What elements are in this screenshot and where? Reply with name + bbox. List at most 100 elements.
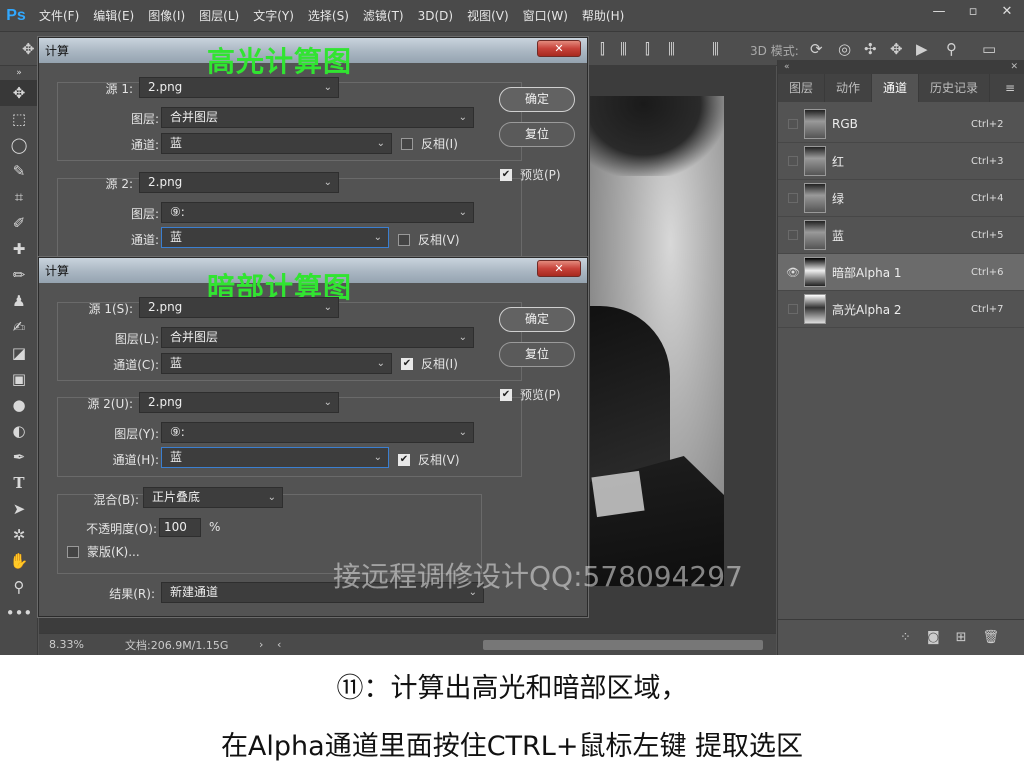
align-right-icon[interactable]: ⫿ bbox=[645, 40, 650, 58]
visibility-toggle[interactable] bbox=[788, 193, 798, 203]
channel-row-alpha1[interactable]: 👁 暗部Alpha 1 Ctrl+6 bbox=[778, 254, 1024, 291]
ok-button[interactable]: 确定 bbox=[499, 87, 575, 112]
reset-button[interactable]: 复位 bbox=[499, 342, 575, 367]
tab-channels[interactable]: 通道 bbox=[872, 74, 920, 102]
opacity-input[interactable]: 100 bbox=[159, 518, 201, 537]
menu-help[interactable]: 帮助(H) bbox=[575, 7, 631, 24]
status-menu-arrow[interactable]: › bbox=[259, 638, 273, 651]
eye-icon[interactable]: 👁 bbox=[782, 266, 804, 279]
source2-layer-select[interactable]: ⑨: ⌄ bbox=[161, 202, 474, 223]
pen-icon[interactable]: ✒ bbox=[0, 444, 38, 470]
channel-row-rgb[interactable]: RGB Ctrl+2 bbox=[778, 106, 1024, 143]
menu-image[interactable]: 图像(I) bbox=[141, 7, 192, 24]
minimize-button[interactable]: — bbox=[922, 0, 956, 22]
tab-actions[interactable]: 动作 bbox=[825, 74, 873, 102]
source2-channel-select[interactable]: 蓝 ⌄ bbox=[161, 447, 389, 468]
menu-layer[interactable]: 图层(L) bbox=[192, 7, 246, 24]
path-select-icon[interactable]: ➤ bbox=[0, 496, 38, 522]
workspace-icon[interactable]: ▭ bbox=[982, 40, 996, 58]
3d-pan-icon[interactable]: ✣ bbox=[864, 40, 877, 58]
visibility-toggle[interactable] bbox=[788, 156, 798, 166]
visibility-toggle[interactable] bbox=[788, 230, 798, 240]
menu-window[interactable]: 窗口(W) bbox=[516, 7, 575, 24]
dodge-icon[interactable]: ◐ bbox=[0, 418, 38, 444]
stamp-icon[interactable]: ♟ bbox=[0, 288, 38, 314]
eraser-icon[interactable]: ◪ bbox=[0, 340, 38, 366]
auto-align-icon[interactable]: ⫼ bbox=[712, 40, 719, 58]
search-icon[interactable]: ⚲ bbox=[946, 40, 957, 58]
source2-channel-select[interactable]: 蓝 ⌄ bbox=[161, 227, 389, 248]
align-center-icon[interactable]: ⫼ bbox=[620, 40, 627, 58]
source2-file-select[interactable]: 2.png ⌄ bbox=[139, 392, 339, 413]
preview-checkbox[interactable]: ✔ 预览(P) bbox=[500, 386, 561, 403]
ok-button[interactable]: 确定 bbox=[499, 307, 575, 332]
source2-file-select[interactable]: 2.png ⌄ bbox=[139, 172, 339, 193]
blur-icon[interactable]: ● bbox=[0, 392, 38, 418]
type-icon[interactable]: T bbox=[0, 470, 38, 496]
healing-icon[interactable]: ✚ bbox=[0, 236, 38, 262]
quick-select-icon[interactable]: ✎ bbox=[0, 158, 38, 184]
load-selection-icon[interactable]: ⁘ bbox=[900, 630, 911, 645]
channel-row-alpha2[interactable]: 高光Alpha 2 Ctrl+7 bbox=[778, 291, 1024, 328]
move-tool-icon[interactable]: ✥ bbox=[22, 40, 35, 58]
menu-filter[interactable]: 滤镜(T) bbox=[356, 7, 411, 24]
scroll-left-arrow[interactable]: ‹ bbox=[277, 638, 291, 651]
3d-orbit-icon[interactable]: ⟳ bbox=[810, 40, 823, 58]
history-brush-icon[interactable]: ✍ bbox=[0, 314, 38, 340]
channel-row-green[interactable]: 绿 Ctrl+4 bbox=[778, 180, 1024, 217]
dialog-close-button[interactable]: ✕ bbox=[537, 40, 581, 57]
source1-invert-checkbox[interactable]: 反相(I) bbox=[401, 135, 458, 152]
maximize-button[interactable]: ▫ bbox=[956, 0, 990, 22]
distribute-icon[interactable]: ⫼ bbox=[668, 40, 675, 58]
3d-slide-icon[interactable]: ✥ bbox=[890, 40, 903, 58]
dialog-close-button[interactable]: ✕ bbox=[537, 260, 581, 277]
menu-type[interactable]: 文字(Y) bbox=[246, 7, 301, 24]
source2-layer-select[interactable]: ⑨: ⌄ bbox=[161, 422, 474, 443]
delete-channel-icon[interactable]: 🗑 bbox=[982, 630, 999, 645]
source1-invert-checkbox[interactable]: ✔ 反相(I) bbox=[401, 355, 458, 372]
save-selection-icon[interactable]: ◙ bbox=[927, 630, 940, 645]
source2-invert-checkbox[interactable]: 反相(V) bbox=[398, 231, 460, 248]
brush-icon[interactable]: ✏ bbox=[0, 262, 38, 288]
zoom-level[interactable]: 8.33% bbox=[49, 638, 109, 651]
blend-mode-select[interactable]: 正片叠底 ⌄ bbox=[143, 487, 283, 508]
shape-icon[interactable]: ✲ bbox=[0, 522, 38, 548]
align-left-icon[interactable]: ⫿ bbox=[600, 40, 605, 58]
channel-row-red[interactable]: 红 Ctrl+3 bbox=[778, 143, 1024, 180]
horizontal-scrollbar[interactable] bbox=[483, 640, 763, 650]
reset-button[interactable]: 复位 bbox=[499, 122, 575, 147]
source1-layer-select[interactable]: 合并图层 ⌄ bbox=[161, 327, 474, 348]
menu-3d[interactable]: 3D(D) bbox=[411, 9, 460, 23]
crop-icon[interactable]: ⌗ bbox=[0, 184, 38, 210]
preview-checkbox[interactable]: ✔ 预览(P) bbox=[500, 166, 561, 183]
hand-icon[interactable]: ✋ bbox=[0, 548, 38, 574]
channel-row-blue[interactable]: 蓝 Ctrl+5 bbox=[778, 217, 1024, 254]
source1-file-select[interactable]: 2.png ⌄ bbox=[139, 297, 339, 318]
new-channel-icon[interactable]: ⊞ bbox=[956, 630, 967, 645]
source1-channel-select[interactable]: 蓝 ⌄ bbox=[161, 353, 392, 374]
visibility-toggle[interactable] bbox=[788, 119, 798, 129]
menu-edit[interactable]: 编辑(E) bbox=[86, 7, 141, 24]
panel-close-icon[interactable]: ✕ bbox=[1010, 62, 1018, 72]
menu-view[interactable]: 视图(V) bbox=[460, 7, 516, 24]
document-image[interactable] bbox=[590, 96, 724, 586]
gradient-icon[interactable]: ▣ bbox=[0, 366, 38, 392]
3d-camera-icon[interactable]: ▶ bbox=[916, 40, 928, 58]
collapse-toolbar-icon[interactable]: » bbox=[0, 66, 38, 80]
more-icon[interactable]: ••• bbox=[0, 600, 38, 626]
visibility-toggle[interactable] bbox=[788, 304, 798, 314]
eyedropper-icon[interactable]: ✐ bbox=[0, 210, 38, 236]
menu-file[interactable]: 文件(F) bbox=[32, 7, 86, 24]
zoom-icon[interactable]: ⚲ bbox=[0, 574, 38, 600]
source1-layer-select[interactable]: 合并图层 ⌄ bbox=[161, 107, 474, 128]
marquee-icon[interactable]: ⬚ bbox=[0, 106, 38, 132]
3d-roll-icon[interactable]: ◎ bbox=[838, 40, 851, 58]
source1-channel-select[interactable]: 蓝 ⌄ bbox=[161, 133, 392, 154]
close-button[interactable]: ✕ bbox=[990, 0, 1024, 22]
menu-select[interactable]: 选择(S) bbox=[301, 7, 356, 24]
move-icon[interactable]: ✥ bbox=[0, 80, 38, 106]
panel-menu-icon[interactable]: ≡ bbox=[996, 74, 1024, 102]
lasso-icon[interactable]: ◯ bbox=[0, 132, 38, 158]
panel-collapse-icon[interactable]: « bbox=[784, 62, 790, 72]
source1-file-select[interactable]: 2.png ⌄ bbox=[139, 77, 339, 98]
